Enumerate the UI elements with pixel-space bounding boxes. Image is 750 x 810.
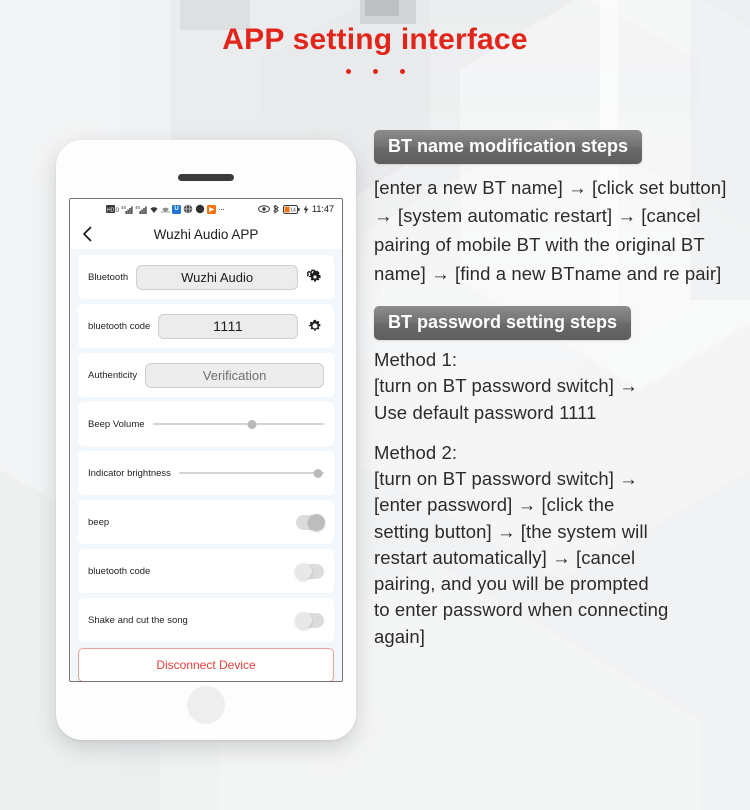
row-label: Shake and cut the song: [88, 614, 188, 626]
status-bar-left-icons: HD 0 46 46 U ▶ ···: [106, 204, 225, 214]
slider-track: [152, 423, 324, 425]
battery-icon: 14: [282, 204, 300, 214]
row-label: Authenticity: [88, 369, 138, 381]
instructions-panel: BT name modification steps [enter a new …: [374, 130, 734, 650]
settings-row-bluetooth-code-toggle: bluetooth code: [78, 549, 334, 593]
title-dot: [372, 69, 378, 74]
page-title: APP setting interface: [222, 23, 528, 56]
disconnect-device-button[interactable]: Disconnect Device: [78, 648, 334, 681]
hd-icon: HD 0: [106, 205, 119, 213]
bt-name-steps-heading: BT name modification steps: [374, 130, 643, 164]
more-dots-icon: ···: [218, 204, 225, 214]
status-bar: HD 0 46 46 U ▶ ··· 14 11:47: [70, 199, 342, 219]
chat-icon: [195, 204, 205, 214]
svg-text:14: 14: [290, 207, 296, 213]
page-title-block: APP setting interface: [0, 22, 750, 74]
app-bar-title: Wuzhi Audio APP: [153, 226, 259, 242]
toggle-thumb: [308, 513, 325, 531]
signal-bars-icon: 46: [121, 205, 133, 214]
gear-icon[interactable]: [306, 317, 324, 335]
chevron-left-icon: [82, 226, 91, 242]
row-label: beep: [88, 516, 110, 528]
svg-text:46: 46: [121, 205, 127, 210]
bt-password-method-2-text: Method 2: [turn on BT password switch] →…: [374, 441, 669, 647]
beep-volume-slider[interactable]: [152, 417, 324, 431]
settings-row-indicator-brightness: Indicator brightness: [78, 451, 334, 495]
row-label: Beep Volume: [88, 418, 145, 430]
bluetooth-icon: [273, 204, 279, 214]
slider-track: [178, 472, 324, 474]
svg-text:HD: HD: [107, 207, 115, 213]
settings-row-shake-cut-song: Shake and cut the song: [78, 598, 334, 642]
svg-text:46: 46: [135, 205, 141, 210]
title-dots-decoration: [0, 69, 750, 74]
toggle-thumb: [295, 562, 312, 580]
phone-screen: HD 0 46 46 U ▶ ··· 14 11:47 Wuzhi Audio …: [69, 198, 343, 682]
signal-bars-2-icon: 46: [135, 205, 147, 214]
app-play-icon: ▶: [207, 204, 216, 214]
verification-button[interactable]: Verification: [145, 362, 324, 388]
status-bar-right-icons: 14 11:47: [258, 204, 334, 215]
back-button[interactable]: [78, 225, 96, 243]
title-dot: [399, 69, 405, 74]
status-bar-time: 11:47: [311, 203, 334, 215]
settings-row-beep: beep: [78, 500, 334, 544]
bt-password-method-1-text: Method 1: [turn on BT password switch] →…: [374, 349, 638, 423]
wifi-icon: [150, 206, 158, 213]
row-label: bluetooth code: [88, 320, 151, 332]
phone-mockup: HD 0 46 46 U ▶ ··· 14 11:47 Wuzhi Audio …: [56, 140, 356, 740]
svg-text:0: 0: [116, 207, 120, 213]
bluetooth-name-input[interactable]: Wuzhi Audio: [136, 264, 298, 290]
eye-icon: [258, 205, 270, 213]
shake-cut-song-toggle[interactable]: [295, 611, 324, 629]
beep-toggle[interactable]: [296, 513, 325, 531]
settings-row-bluetooth-name: Bluetooth Wuzhi Audio: [78, 255, 334, 299]
toggle-thumb: [295, 611, 312, 629]
wifi-transfer-icon: [161, 207, 170, 213]
phone-earpiece-speaker: [178, 174, 234, 181]
settings-row-bluetooth-code: bluetooth code 1111: [78, 304, 334, 348]
charging-bolt-icon: [303, 204, 309, 214]
row-label: bluetooth code: [88, 565, 151, 577]
indicator-brightness-slider[interactable]: [178, 466, 324, 480]
bluetooth-code-toggle[interactable]: [295, 562, 324, 580]
bt-name-steps-text: [enter a new BT name] → [click set butto…: [374, 176, 727, 284]
row-label: Bluetooth: [88, 271, 129, 283]
slider-knob[interactable]: [247, 419, 257, 429]
page-root: APP setting interface HD 0 46 46 U ▶ ···…: [0, 0, 750, 810]
phone-home-button[interactable]: [187, 686, 225, 724]
app-bar: Wuzhi Audio APP: [70, 219, 342, 249]
bluetooth-code-input[interactable]: 1111: [158, 313, 298, 339]
settings-row-beep-volume: Beep Volume: [78, 402, 334, 446]
settings-row-authenticity: Authenticity Verification: [78, 353, 334, 397]
gear-icon[interactable]: [306, 268, 324, 286]
row-label: Indicator brightness: [88, 467, 171, 479]
slider-knob[interactable]: [313, 468, 323, 478]
app-globe-icon: [183, 204, 193, 214]
title-dot: [345, 69, 351, 74]
bt-password-steps-heading: BT password setting steps: [374, 306, 632, 341]
app-u-icon: U: [172, 204, 181, 214]
settings-list: Bluetooth Wuzhi Audio bluetooth code 111…: [70, 249, 342, 681]
